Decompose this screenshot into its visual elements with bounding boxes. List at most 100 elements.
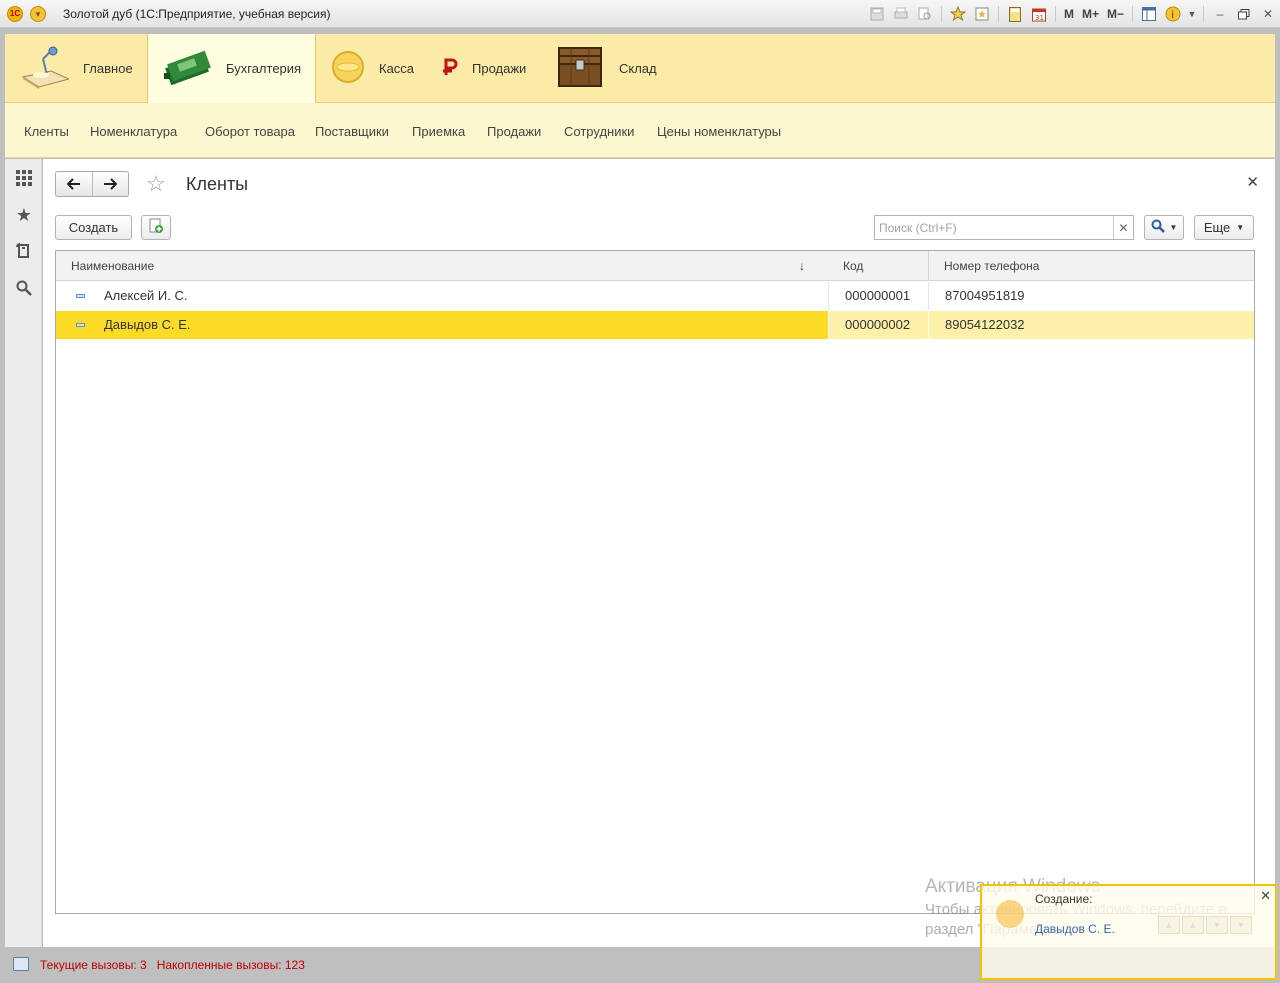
separator — [997, 6, 999, 22]
separator — [1054, 6, 1056, 22]
notification-title: Создание: — [1035, 892, 1093, 906]
function-link-klenty[interactable]: Кленты — [24, 124, 69, 139]
chest-icon — [557, 44, 603, 93]
separator — [940, 6, 942, 22]
info-icon[interactable]: i — [1163, 4, 1183, 24]
function-link-prodazhi[interactable]: Продажи — [487, 124, 541, 139]
notification-popup: Создание: Давыдов С. Е. ▲ ▲ ▼ ▼ ✕ — [980, 884, 1277, 980]
separator — [1203, 6, 1204, 22]
close-notification-icon[interactable]: ✕ — [1260, 888, 1271, 904]
sort-descending-icon[interactable]: ↓ — [799, 259, 805, 273]
history-icon[interactable] — [14, 241, 34, 261]
more-actions-button[interactable]: Еще ▼ — [1194, 215, 1254, 240]
notification-link[interactable]: Давыдов С. Е. — [1035, 922, 1115, 936]
forward-arrow-icon[interactable] — [91, 172, 129, 196]
function-link-oborot-tovara[interactable]: Оборот товара — [205, 124, 295, 139]
favorites-icon[interactable] — [972, 4, 992, 24]
function-link-nomenklatura[interactable]: Номенклатура — [90, 124, 177, 139]
calendar-icon[interactable]: 31 — [1029, 4, 1049, 24]
client-name: Алексей И. С. — [104, 288, 188, 303]
clear-search-icon[interactable]: ✕ — [1113, 216, 1133, 239]
table-row-selected[interactable]: Давыдов С. Е. 000000002 89054122032 — [56, 311, 1254, 339]
more-label: Еще — [1203, 220, 1231, 235]
function-link-priemka[interactable]: Приемка — [412, 124, 465, 139]
name-cell: Алексей И. С. — [56, 282, 828, 310]
back-arrow-icon[interactable] — [56, 172, 92, 196]
restore-icon[interactable] — [1234, 4, 1254, 24]
functions-panel: Кленты Номенклатура Оборот товара Постав… — [5, 103, 1275, 158]
search-input[interactable] — [875, 216, 1111, 239]
chevron-down-icon[interactable]: ▼ — [1187, 4, 1197, 24]
function-link-postavshchiki[interactable]: Поставщики — [315, 124, 389, 139]
1c-logo-icon[interactable]: 1C — [7, 6, 23, 22]
all-functions-grid-icon[interactable] — [14, 168, 34, 188]
last-arrow-icon[interactable]: ▼ — [1230, 916, 1252, 934]
panels-icon[interactable] — [1139, 4, 1159, 24]
copy-create-button[interactable] — [141, 215, 171, 240]
status-calls: Текущие вызовы: 3 Накопленные вызовы: 12… — [40, 958, 305, 972]
name-cell: Давыдов С. Е. — [56, 311, 828, 339]
chevron-down-icon: ▼ — [1236, 223, 1245, 232]
current-calls: Текущие вызовы: 3 — [40, 958, 147, 972]
item-icon — [76, 294, 85, 298]
close-form-icon[interactable]: ✕ — [1246, 173, 1259, 191]
window-title-bar: 1C ▾ Золотой дуб (1С:Предприятие, учебна… — [0, 0, 1280, 28]
client-name: Давыдов С. Е. — [104, 317, 191, 332]
section-buhgalteriya[interactable]: Бухгалтерия — [147, 34, 316, 103]
separator — [1132, 6, 1133, 22]
preview-icon[interactable] — [915, 4, 935, 24]
table-header: Наименование ↓ Код Номер телефона — [56, 251, 1254, 281]
clients-table: Наименование ↓ Код Номер телефона Алексе… — [55, 250, 1255, 914]
title-toolbar: 31 M M+ M− i ▼ – ✕ — [865, 3, 1280, 25]
function-link-tseny-nomenklatury[interactable]: Цены номенклатуры — [657, 124, 781, 139]
section-prodazhi[interactable]: Продажи — [424, 34, 539, 103]
add-to-favorites-star-icon[interactable]: ☆ — [146, 172, 166, 196]
document-add-icon — [148, 218, 164, 237]
save-icon[interactable] — [867, 4, 887, 24]
memory-plus-button[interactable]: M+ — [1080, 4, 1101, 24]
up-arrow-icon[interactable]: ▲ — [1182, 916, 1204, 934]
section-glavnoe[interactable]: Главное — [5, 34, 147, 103]
favorites-star-icon[interactable]: ★ — [14, 205, 34, 225]
phone-cell: 87004951819 — [945, 288, 1025, 303]
print-icon[interactable] — [891, 4, 911, 24]
section-sklad[interactable]: Склад — [539, 34, 669, 103]
function-link-sotrudniki[interactable]: Сотрудники — [564, 124, 634, 139]
down-arrow-icon[interactable]: ▼ — [1206, 916, 1228, 934]
main-menu-icon[interactable]: ▾ — [30, 6, 46, 22]
add-favorite-icon[interactable] — [948, 4, 968, 24]
table-row[interactable]: Алексей И. С. 000000001 87004951819 — [56, 282, 1254, 310]
search-icon[interactable] — [14, 278, 34, 298]
ruble-icon — [442, 58, 458, 79]
memory-m-button[interactable]: M — [1062, 4, 1076, 24]
column-header-code[interactable]: Код — [828, 251, 928, 281]
window-title: Золотой дуб (1С:Предприятие, учебная вер… — [63, 7, 331, 21]
magnifier-icon — [1151, 219, 1165, 236]
column-header-name[interactable]: Наименование — [56, 251, 828, 281]
minimize-icon[interactable]: – — [1210, 4, 1230, 24]
svg-text:i: i — [1171, 10, 1174, 21]
search-field: ✕ — [874, 215, 1134, 240]
section-kassa[interactable]: Касса — [316, 34, 424, 103]
notification-info-icon — [996, 900, 1024, 928]
close-window-icon[interactable]: ✕ — [1258, 4, 1278, 24]
search-options-button[interactable]: ▼ — [1144, 215, 1184, 240]
first-arrow-icon[interactable]: ▲ — [1158, 916, 1180, 934]
create-button[interactable]: Создать — [55, 215, 132, 240]
form-title: Кленты — [186, 174, 249, 194]
memory-minus-button[interactable]: M− — [1105, 4, 1126, 24]
desk-lamp-icon — [21, 45, 71, 92]
item-icon — [76, 323, 85, 327]
phone-cell: 89054122032 — [929, 311, 1254, 339]
code-cell: 000000001 — [845, 288, 911, 303]
money-stack-icon — [164, 47, 212, 90]
navigation-buttons — [55, 171, 129, 197]
tool-strip: ★ — [5, 159, 42, 947]
calculator-icon[interactable] — [1005, 4, 1025, 24]
accumulated-calls: Накопленные вызовы: 123 — [156, 958, 305, 972]
performance-monitor-icon[interactable] — [13, 957, 29, 971]
svg-text:31: 31 — [1035, 14, 1044, 22]
list-form: ☆ Кленты ✕ Создать ✕ ▼ Еще ▼ Наименовани… — [43, 159, 1275, 947]
code-cell: 000000002 — [829, 311, 928, 339]
column-header-phone[interactable]: Номер телефона — [928, 251, 1254, 281]
